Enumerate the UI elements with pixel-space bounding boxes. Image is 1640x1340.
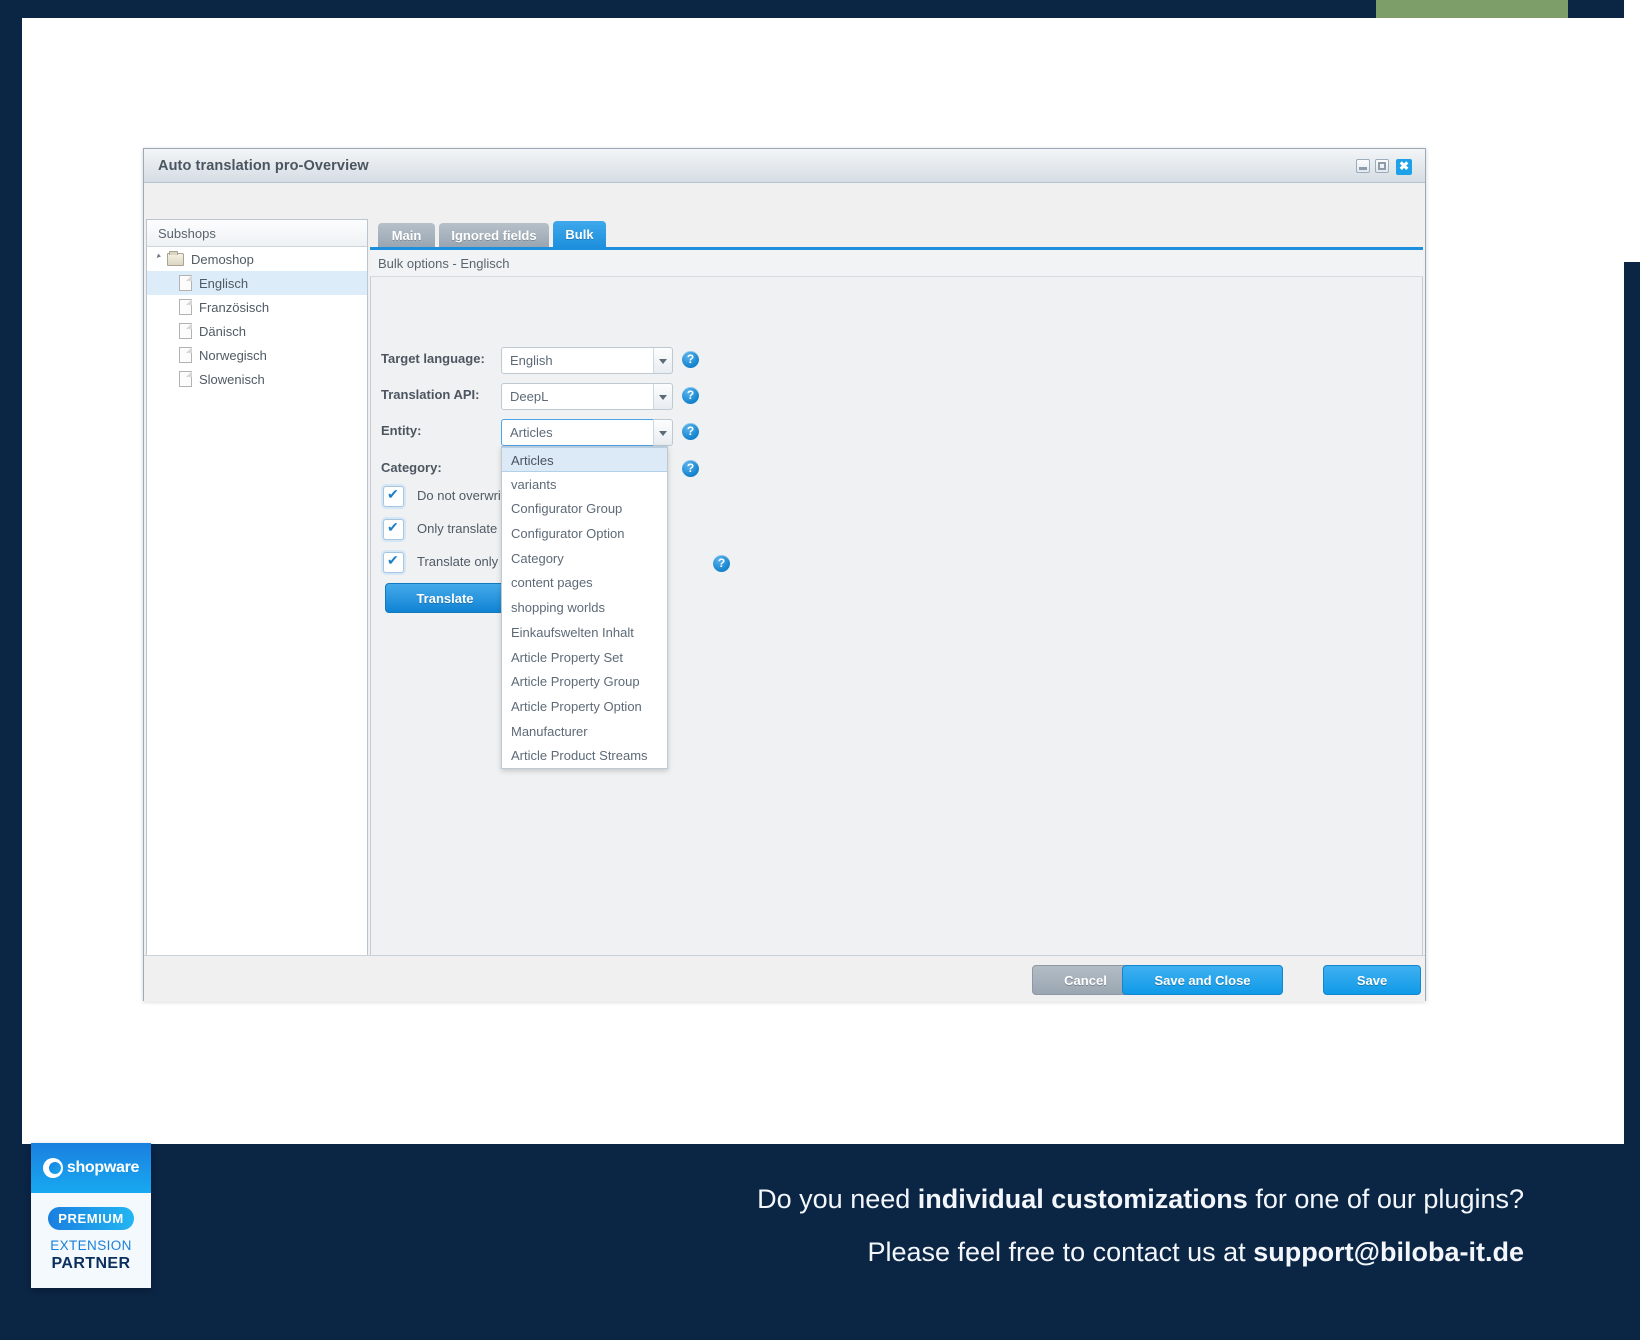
dropdown-option-einkaufswelten-inhalt[interactable]: Einkaufswelten Inhalt <box>502 620 667 645</box>
promo-line-2: Please feel free to contact us at suppor… <box>867 1237 1524 1268</box>
chevron-down-icon[interactable] <box>653 419 673 446</box>
dropdown-option-articles[interactable]: Articles <box>502 447 667 472</box>
dropdown-option-article-property-option[interactable]: Article Property Option <box>502 694 667 719</box>
dropdown-option-article-product-streams[interactable]: Article Product Streams <box>502 743 667 768</box>
document-icon <box>179 371 192 387</box>
promo-line-1-pre: Do you need <box>757 1184 918 1214</box>
tree-node-label: Demoshop <box>191 251 254 267</box>
content-panel: Main Ignored fields Bulk Bulk options - … <box>370 219 1423 993</box>
dropdown-option-shopping-worlds[interactable]: shopping worlds <box>502 595 667 620</box>
sidebar-item-daenisch[interactable]: Dänisch <box>147 319 367 343</box>
tab-strip: Main Ignored fields Bulk <box>370 219 1423 250</box>
bulk-options-subheader: Bulk options - Englisch <box>370 250 1423 277</box>
category-label: Category: <box>381 460 442 475</box>
chevron-down-icon[interactable] <box>653 347 673 374</box>
help-icon[interactable]: ? <box>682 460 699 477</box>
expand-arrow-icon[interactable]: ▾ <box>154 252 167 265</box>
sidebar-item-label: Englisch <box>199 275 249 291</box>
help-icon[interactable]: ? <box>682 423 699 440</box>
dropdown-option-article-property-group[interactable]: Article Property Group <box>502 669 667 694</box>
translate-button[interactable]: Translate <box>385 583 505 613</box>
folder-icon <box>167 250 184 266</box>
dropdown-option-manufacturer[interactable]: Manufacturer <box>502 719 667 744</box>
dropdown-option-configurator-option[interactable]: Configurator Option <box>502 521 667 546</box>
shopware-mark-icon <box>42 1158 63 1178</box>
target-language-label: Target language: <box>381 351 485 366</box>
dropdown-option-category[interactable]: Category <box>502 546 667 571</box>
document-icon <box>179 323 192 339</box>
document-icon <box>179 347 192 363</box>
promo-line-1: Do you need individual customizations fo… <box>757 1184 1524 1215</box>
sidebar-item-slowenisch[interactable]: Slowenisch <box>147 367 367 391</box>
help-icon[interactable]: ? <box>713 555 730 572</box>
checkbox-label: Do not overwrite <box>417 488 512 503</box>
sidebar-item-norwegisch[interactable]: Norwegisch <box>147 343 367 367</box>
subshops-header: Subshops <box>147 220 367 247</box>
bulk-options-form: Target language: English ? Translation A… <box>370 277 1423 993</box>
translation-api-label: Translation API: <box>381 387 480 402</box>
top-accent-bar-green <box>1376 0 1568 18</box>
promo-line-1-bold: individual customizations <box>917 1184 1248 1214</box>
shopware-logo: shopware <box>31 1143 151 1193</box>
partner-label: PARTNER <box>51 1255 131 1272</box>
sidebar-item-label: Französisch <box>199 299 270 315</box>
shopware-partner-badge: shopware PREMIUM EXTENSION PARTNER <box>31 1143 151 1288</box>
entity-label: Entity: <box>381 423 422 438</box>
window-body: Subshops ▾ Demoshop Englisch Französisch… <box>144 183 1425 1002</box>
top-accent-bar-left <box>0 0 1376 18</box>
help-icon[interactable]: ? <box>682 351 699 368</box>
maximize-button[interactable] <box>1375 159 1389 173</box>
checkbox-only-translate[interactable] <box>383 519 404 540</box>
dropdown-option-configurator-group[interactable]: Configurator Group <box>502 496 667 521</box>
document-icon <box>179 299 192 315</box>
subshops-panel: Subshops ▾ Demoshop Englisch Französisch… <box>146 219 368 993</box>
sidebar-item-label: Norwegisch <box>199 347 267 363</box>
target-language-input[interactable]: English <box>501 347 668 374</box>
sidebar-item-label: Slowenisch <box>199 371 265 387</box>
save-and-close-button[interactable]: Save and Close <box>1122 965 1283 995</box>
minimize-button[interactable] <box>1356 159 1370 173</box>
dropdown-option-variants[interactable]: variants <box>502 472 667 497</box>
shopware-wordmark: shopware <box>66 1159 140 1176</box>
dropdown-option-article-property-set[interactable]: Article Property Set <box>502 645 667 670</box>
dropdown-option-content-pages[interactable]: content pages <box>502 570 667 595</box>
entity-dropdown-list[interactable]: Articles variants Configurator Group Con… <box>501 446 668 769</box>
translation-api-input[interactable]: DeepL <box>501 383 668 410</box>
entity-input[interactable]: Articles <box>501 419 668 446</box>
chevron-down-icon[interactable] <box>653 383 673 410</box>
promo-line-1-post: for one of our plugins? <box>1247 1184 1524 1214</box>
right-rail-light <box>1624 0 1640 262</box>
help-icon[interactable]: ? <box>682 387 699 404</box>
promo-banner: Do you need individual customizations fo… <box>0 1144 1640 1340</box>
field-entity: Entity: Articles ? Articles variants Con… <box>371 419 1422 769</box>
sidebar-item-franzoesisch[interactable]: Französisch <box>147 295 367 319</box>
save-button[interactable]: Save <box>1323 965 1421 995</box>
tab-bulk[interactable]: Bulk <box>553 221 606 248</box>
document-icon <box>179 275 192 291</box>
close-icon[interactable]: ✖ <box>1396 159 1412 175</box>
premium-badge: PREMIUM <box>48 1207 134 1230</box>
promo-line-2-pre: Please feel free to contact us at <box>867 1237 1254 1267</box>
checkbox-main-article-only[interactable] <box>383 552 404 573</box>
page-title: Auto translation pro-Overview <box>158 158 369 174</box>
window-footer: Cancel Save and Close Save <box>144 955 1425 1002</box>
left-accent-rail <box>0 0 22 1340</box>
checkbox-label: Only translate <box>417 521 498 536</box>
tab-ignored-fields[interactable]: Ignored fields <box>439 223 549 248</box>
window-title-bar: Auto translation pro-Overview ✖ <box>144 149 1425 183</box>
promo-contact-email: support@biloba-it.de <box>1253 1237 1524 1267</box>
checkbox-do-not-overwrite[interactable] <box>383 486 404 507</box>
field-translation-api: Translation API: DeepL ? <box>371 383 1422 411</box>
tree-node-demoshop[interactable]: ▾ Demoshop <box>147 247 367 271</box>
field-target-language: Target language: English ? <box>371 347 1422 375</box>
application-window: Auto translation pro-Overview ✖ Subshops… <box>143 148 1426 1002</box>
tab-main[interactable]: Main <box>378 223 435 248</box>
sidebar-item-englisch[interactable]: Englisch <box>147 271 367 295</box>
extension-label: EXTENSION <box>50 1238 132 1253</box>
sidebar-item-label: Dänisch <box>199 323 246 339</box>
